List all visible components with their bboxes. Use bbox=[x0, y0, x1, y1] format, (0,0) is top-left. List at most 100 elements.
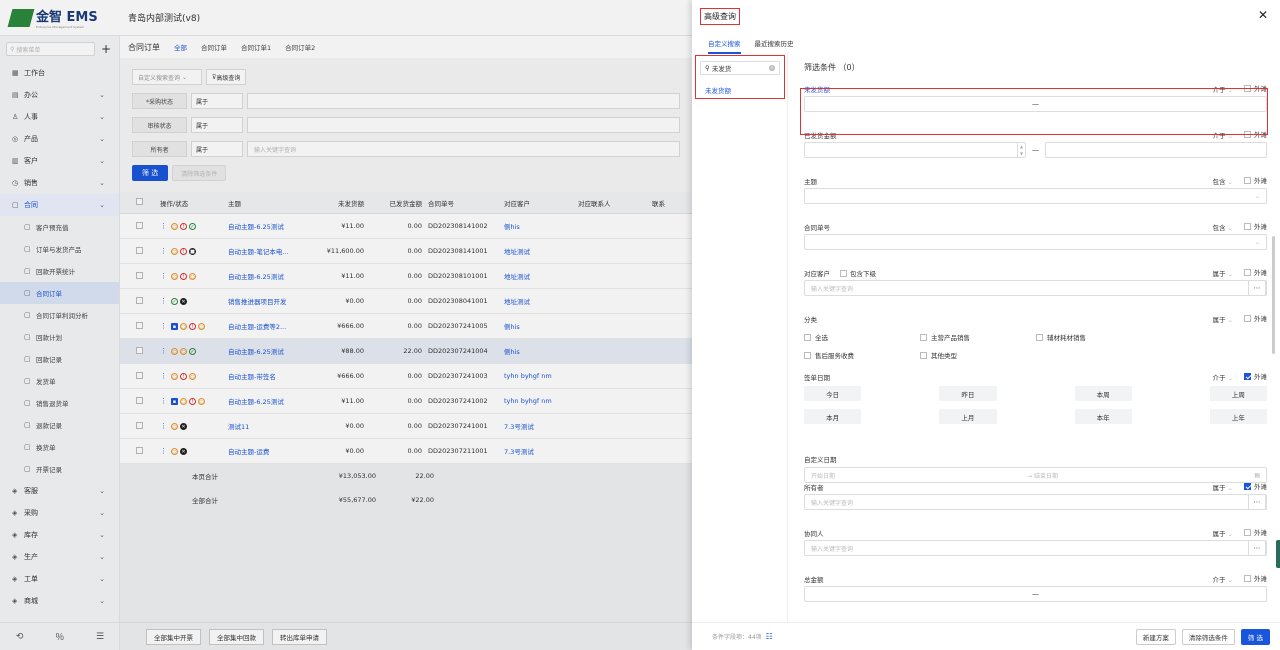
condition-operator-select[interactable]: 介于 ⌄ bbox=[1213, 372, 1233, 382]
category-label: 主营产品销售 bbox=[931, 334, 970, 342]
condition-operator-select[interactable]: 属于 ⌄ bbox=[1213, 268, 1233, 278]
modal-overlay[interactable] bbox=[0, 0, 692, 650]
range-max-input[interactable] bbox=[1045, 142, 1267, 158]
more-icon[interactable]: ⋯ bbox=[1248, 540, 1266, 556]
condition-operator-select[interactable]: 介于 ⌄ bbox=[1213, 574, 1233, 584]
calendar-icon[interactable]: ▤ bbox=[1254, 472, 1260, 479]
exclude-label: 外滩 bbox=[1254, 269, 1267, 277]
range-min-input[interactable]: ▲ ▼ bbox=[804, 142, 1026, 158]
category-option[interactable]: 主营产品销售 bbox=[920, 328, 1036, 346]
scrollbar[interactable] bbox=[1272, 236, 1275, 354]
condition-field-label: 总金额 bbox=[804, 576, 824, 584]
condition-operator-label: 属于 bbox=[1212, 270, 1226, 278]
exclude-option[interactable]: 外滩 bbox=[1244, 267, 1267, 277]
condition-field: 主题 包含 ⌄ 外滩 ⌄ bbox=[804, 174, 1267, 220]
category-checkbox[interactable] bbox=[920, 333, 927, 341]
chevron-down-icon: ⌄ bbox=[1227, 270, 1233, 278]
settings-icon[interactable]: ☷ bbox=[766, 632, 773, 641]
exclude-option[interactable]: 外滩 bbox=[1244, 481, 1267, 491]
date-shortcut-button[interactable]: 上周 bbox=[1209, 386, 1267, 401]
category-checkbox[interactable] bbox=[920, 351, 927, 359]
category-checkbox[interactable] bbox=[804, 333, 811, 341]
condition-operator-select[interactable]: 属于 ⌄ bbox=[1213, 482, 1233, 492]
date-shortcut-button[interactable]: 本周 bbox=[1074, 386, 1132, 401]
exclude-option[interactable]: 外滩 bbox=[1244, 371, 1267, 381]
search-icon: ⚲ bbox=[705, 64, 712, 72]
lookup-input[interactable]: 输入关键字查询 ⋯ bbox=[804, 540, 1267, 556]
category-checkbox[interactable] bbox=[1036, 333, 1043, 341]
date-shortcut-button[interactable]: 今日 bbox=[804, 386, 862, 401]
exclude-checkbox[interactable] bbox=[1244, 372, 1251, 380]
clear-conditions-button[interactable]: 清除筛选条件 bbox=[1181, 628, 1235, 645]
date-shortcut-button[interactable]: 上月 bbox=[939, 409, 997, 424]
chevron-down-icon: ⌄ bbox=[1254, 192, 1260, 200]
exclude-checkbox[interactable] bbox=[1244, 482, 1251, 490]
include-sub-label: 包含下级 bbox=[850, 270, 876, 278]
apply-filter-button[interactable]: 筛 选 bbox=[1240, 628, 1270, 645]
new-plan-button[interactable]: 新建方案 bbox=[1135, 628, 1176, 645]
condition-field-label: 合同单号 bbox=[804, 224, 830, 232]
condition-field-label: 所有者 bbox=[804, 484, 824, 492]
condition-operator-select[interactable]: 包含 ⌄ bbox=[1213, 176, 1233, 186]
conditions-panel: 筛选条件 （0） 未发货额 介于 ⌄ 外滩 — 已发货金额 介于 ⌄ 外滩 ▲ ▼ — 主题 包含 ⌄ 外滩 ⌄… bbox=[804, 52, 1267, 622]
exclude-option[interactable]: 外滩 bbox=[1244, 573, 1267, 583]
exclude-checkbox[interactable] bbox=[1244, 314, 1251, 322]
more-icon[interactable]: ⋯ bbox=[1248, 280, 1266, 296]
exclude-checkbox[interactable] bbox=[1244, 268, 1251, 276]
exclude-label: 外滩 bbox=[1254, 177, 1267, 185]
exclude-checkbox[interactable] bbox=[1244, 222, 1251, 230]
condition-operator-label: 包含 bbox=[1212, 224, 1226, 232]
exclude-checkbox[interactable] bbox=[1244, 574, 1251, 582]
chevron-down-icon: ⌄ bbox=[1227, 576, 1233, 584]
date-shortcut-button[interactable]: 昨日 bbox=[939, 386, 997, 401]
close-icon[interactable]: ✕ bbox=[1258, 8, 1268, 22]
lookup-input[interactable]: 输入关键字查询 ⋯ bbox=[804, 494, 1267, 510]
condition-operator-select[interactable]: 属于 ⌄ bbox=[1213, 314, 1233, 324]
clear-input-icon[interactable]: ✕ bbox=[769, 65, 775, 71]
range-input[interactable]: — bbox=[804, 586, 1267, 602]
date-shortcut-button[interactable]: 上年 bbox=[1209, 409, 1267, 424]
date-shortcuts: 今日 昨日 本周 上周本月 上月 本年 上年 bbox=[804, 386, 1267, 424]
exclude-option[interactable]: 外滩 bbox=[1244, 313, 1267, 323]
include-sub-checkbox[interactable] bbox=[840, 269, 847, 277]
category-label: 全选 bbox=[815, 334, 828, 342]
category-option[interactable]: 售后服务收费 bbox=[804, 346, 920, 364]
condition-operator-select[interactable]: 包含 ⌄ bbox=[1213, 222, 1233, 232]
field-search-result[interactable]: 未发货额 bbox=[705, 85, 784, 95]
chevron-down-icon: ⌄ bbox=[1227, 530, 1233, 538]
category-option[interactable]: 辅材耗材销售 bbox=[1036, 328, 1152, 346]
highlighted-field-box bbox=[800, 88, 1268, 135]
category-label: 辅材耗材销售 bbox=[1047, 334, 1086, 342]
stepper-icon[interactable]: ▲ ▼ bbox=[1017, 143, 1025, 157]
exclude-option[interactable]: 外滩 bbox=[1244, 175, 1267, 185]
category-checkbox[interactable] bbox=[804, 351, 811, 359]
more-icon[interactable]: ⋯ bbox=[1248, 494, 1266, 510]
select-input[interactable]: ⌄ bbox=[804, 234, 1267, 250]
condition-field-label: 主题 bbox=[804, 178, 817, 186]
category-options: 全选 主营产品销售 辅材耗材销售售后服务收费 其他类型 bbox=[804, 328, 1267, 364]
side-handle[interactable] bbox=[1276, 540, 1280, 568]
select-input[interactable]: ⌄ bbox=[804, 188, 1267, 204]
category-label: 售后服务收费 bbox=[815, 352, 854, 360]
category-option[interactable]: 全选 bbox=[804, 328, 920, 346]
exclude-label: 外滩 bbox=[1254, 529, 1267, 537]
condition-field-label: 协同人 bbox=[804, 530, 824, 538]
include-sub-option[interactable]: 包含下级 bbox=[840, 268, 876, 278]
field-search-highlight: ⚲ 未发货 ✕ 未发货额 bbox=[695, 55, 785, 99]
end-date-placeholder: 结束日期 bbox=[1033, 472, 1058, 480]
category-option[interactable]: 其他类型 bbox=[920, 346, 1036, 364]
exclude-label: 外滩 bbox=[1254, 575, 1267, 583]
exclude-option[interactable]: 外滩 bbox=[1244, 527, 1267, 537]
condition-field: 分类 属于 ⌄ 外滩 全选 主营产品销售 辅材耗材销售 售后服务收费 其他类型 bbox=[804, 312, 1267, 370]
exclude-checkbox[interactable] bbox=[1244, 176, 1251, 184]
lookup-input[interactable]: 输入关键字查询 ⋯ bbox=[804, 280, 1267, 296]
condition-operator-select[interactable]: 属于 ⌄ bbox=[1213, 528, 1233, 538]
exclude-checkbox[interactable] bbox=[1244, 528, 1251, 536]
exclude-label: 外滩 bbox=[1254, 223, 1267, 231]
exclude-option[interactable]: 外滩 bbox=[1244, 221, 1267, 231]
field-search-input[interactable]: ⚲ 未发货 ✕ bbox=[700, 61, 780, 75]
condition-operator-label: 属于 bbox=[1212, 484, 1226, 492]
date-shortcut-button[interactable]: 本年 bbox=[1074, 409, 1132, 424]
chevron-down-icon: ⌄ bbox=[1227, 178, 1233, 186]
date-shortcut-button[interactable]: 本月 bbox=[804, 409, 862, 424]
